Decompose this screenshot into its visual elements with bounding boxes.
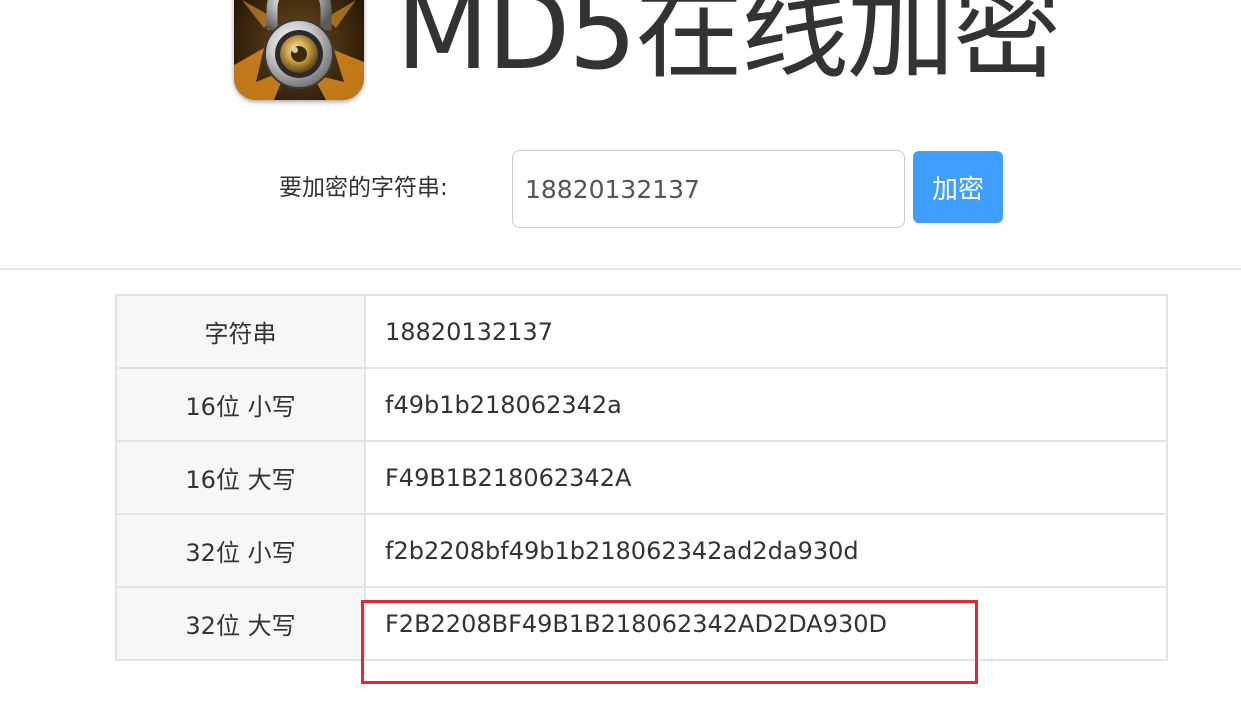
padlock-icon	[234, 0, 364, 100]
row-value: f49b1b218062342a	[364, 367, 1168, 442]
row-key: 32位 大写	[115, 586, 366, 661]
encrypt-button[interactable]: 加密	[913, 151, 1003, 223]
row-key: 32位 小写	[115, 513, 366, 588]
table-row: 32位 大写 F2B2208BF49B1B218062342AD2DA930D	[115, 586, 1168, 661]
table-row: 16位 小写 f49b1b218062342a	[115, 367, 1168, 442]
row-key: 字符串	[115, 294, 366, 369]
page-title: MD5在线加密	[396, 0, 1061, 94]
row-value: F2B2208BF49B1B218062342AD2DA930D	[364, 586, 1168, 661]
table-row: 16位 大写 F49B1B218062342A	[115, 440, 1168, 515]
page: MD5在线加密 要加密的字符串: 加密 字符串 18820132137 16位 …	[0, 0, 1241, 702]
row-value: 18820132137	[364, 294, 1168, 369]
row-key: 16位 小写	[115, 367, 366, 442]
row-key: 16位 大写	[115, 440, 366, 515]
divider	[0, 268, 1241, 270]
row-value: f2b2208bf49b1b218062342ad2da930d	[364, 513, 1168, 588]
input-label: 要加密的字符串:	[279, 175, 448, 201]
result-table: 字符串 18820132137 16位 小写 f49b1b218062342a …	[115, 294, 1168, 661]
table-row: 32位 小写 f2b2208bf49b1b218062342ad2da930d	[115, 513, 1168, 588]
row-value: F49B1B218062342A	[364, 440, 1168, 515]
string-input[interactable]	[512, 150, 905, 228]
table-row: 字符串 18820132137	[115, 294, 1168, 369]
